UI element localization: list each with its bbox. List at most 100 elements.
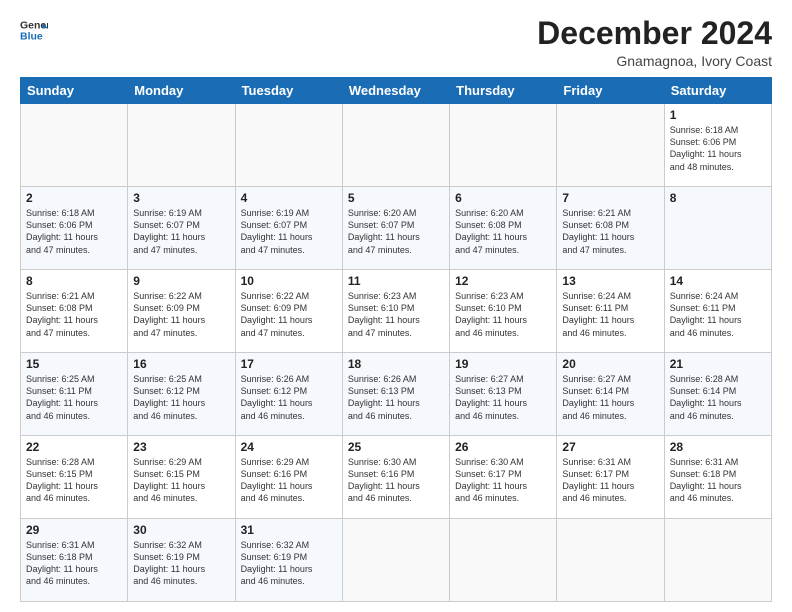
calendar-header-row: Sunday Monday Tuesday Wednesday Thursday… (21, 78, 772, 104)
day-number: 27 (562, 440, 658, 454)
calendar-cell: 25Sunrise: 6:30 AM Sunset: 6:16 PM Dayli… (342, 436, 449, 519)
calendar-cell: 30 Sunrise: 6:32 AM Sunset: 6:19 PM Dayli… (128, 519, 235, 602)
calendar-cell (235, 104, 342, 187)
day-info: Sunrise: 6:26 AM Sunset: 6:13 PM Dayligh… (348, 373, 444, 422)
calendar-cell (450, 519, 557, 602)
day-info: Sunrise: 6:19 AM Sunset: 6:07 PM Dayligh… (133, 207, 229, 256)
calendar-cell (450, 104, 557, 187)
header: General Blue December 2024 Gnamagnoa, Iv… (20, 16, 772, 69)
day-number: 17 (241, 357, 337, 371)
calendar-cell: 28Sunrise: 6:31 AM Sunset: 6:18 PM Dayli… (664, 436, 771, 519)
calendar-cell: 6 Sunrise: 6:20 AM Sunset: 6:08 PM Daylig… (450, 187, 557, 270)
calendar: Sunday Monday Tuesday Wednesday Thursday… (20, 77, 772, 602)
day-info: Sunrise: 6:20 AM Sunset: 6:08 PM Dayligh… (455, 207, 551, 256)
calendar-cell (664, 519, 771, 602)
calendar-cell: 17 Sunrise: 6:26 AM Sunset: 6:12 PM Dayli… (235, 353, 342, 436)
calendar-cell: 13 Sunrise: 6:24 AM Sunset: 6:11 PM Dayli… (557, 270, 664, 353)
day-number: 2 (26, 191, 122, 205)
calendar-cell: 12Sunrise: 6:23 AM Sunset: 6:10 PM Dayli… (450, 270, 557, 353)
day-number: 7 (562, 191, 658, 205)
day-number: 23 (133, 440, 229, 454)
calendar-cell: 14Sunrise: 6:24 AM Sunset: 6:11 PM Dayli… (664, 270, 771, 353)
day-info: Sunrise: 6:22 AM Sunset: 6:09 PM Dayligh… (133, 290, 229, 339)
day-number: 18 (348, 357, 444, 371)
day-number: 8 (26, 274, 122, 288)
day-number: 29 (26, 523, 122, 537)
col-sunday: Sunday (21, 78, 128, 104)
day-info: Sunrise: 6:24 AM Sunset: 6:11 PM Dayligh… (670, 290, 766, 339)
col-thursday: Thursday (450, 78, 557, 104)
day-info: Sunrise: 6:30 AM Sunset: 6:16 PM Dayligh… (348, 456, 444, 505)
day-number: 11 (348, 274, 444, 288)
day-info: Sunrise: 6:23 AM Sunset: 6:10 PM Dayligh… (348, 290, 444, 339)
day-number: 4 (241, 191, 337, 205)
calendar-cell (557, 104, 664, 187)
day-number: 31 (241, 523, 337, 537)
calendar-cell: 11 Sunrise: 6:23 AM Sunset: 6:10 PM Dayli… (342, 270, 449, 353)
day-info: Sunrise: 6:18 AM Sunset: 6:06 PM Dayligh… (670, 124, 766, 173)
day-number: 9 (133, 274, 229, 288)
day-number: 6 (455, 191, 551, 205)
day-number: 10 (241, 274, 337, 288)
day-info: Sunrise: 6:27 AM Sunset: 6:13 PM Dayligh… (455, 373, 551, 422)
calendar-cell: 15 Sunrise: 6:25 AM Sunset: 6:11 PM Dayli… (21, 353, 128, 436)
calendar-cell: 7Sunrise: 6:21 AM Sunset: 6:08 PM Daylig… (557, 187, 664, 270)
day-info: Sunrise: 6:25 AM Sunset: 6:11 PM Dayligh… (26, 373, 122, 422)
calendar-cell: 27 Sunrise: 6:31 AM Sunset: 6:17 PM Dayli… (557, 436, 664, 519)
calendar-cell: 8Sunrise: 6:21 AM Sunset: 6:08 PM Daylig… (21, 270, 128, 353)
calendar-cell: 3Sunrise: 6:19 AM Sunset: 6:07 PM Daylig… (128, 187, 235, 270)
calendar-cell: 24 Sunrise: 6:29 AM Sunset: 6:16 PM Dayli… (235, 436, 342, 519)
day-info: Sunrise: 6:25 AM Sunset: 6:12 PM Dayligh… (133, 373, 229, 422)
location: Gnamagnoa, Ivory Coast (537, 53, 772, 69)
day-info: Sunrise: 6:24 AM Sunset: 6:11 PM Dayligh… (562, 290, 658, 339)
day-number: 12 (455, 274, 551, 288)
day-number: 1 (670, 108, 766, 122)
day-number: 15 (26, 357, 122, 371)
week-row-2: 2 Sunrise: 6:18 AM Sunset: 6:06 PM Daylig… (21, 187, 772, 270)
calendar-cell (557, 519, 664, 602)
page: General Blue December 2024 Gnamagnoa, Iv… (0, 0, 792, 612)
col-wednesday: Wednesday (342, 78, 449, 104)
calendar-cell: 1 Sunrise: 6:18 AM Sunset: 6:06 PM Daylig… (664, 104, 771, 187)
day-info: Sunrise: 6:18 AM Sunset: 6:06 PM Dayligh… (26, 207, 122, 256)
day-info: Sunrise: 6:22 AM Sunset: 6:09 PM Dayligh… (241, 290, 337, 339)
day-number: 24 (241, 440, 337, 454)
calendar-cell (21, 104, 128, 187)
calendar-cell: 22 Sunrise: 6:28 AM Sunset: 6:15 PM Dayli… (21, 436, 128, 519)
calendar-cell: 4 Sunrise: 6:19 AM Sunset: 6:07 PM Daylig… (235, 187, 342, 270)
day-number: 26 (455, 440, 551, 454)
day-info: Sunrise: 6:32 AM Sunset: 6:19 PM Dayligh… (241, 539, 337, 588)
day-number: 30 (133, 523, 229, 537)
day-info: Sunrise: 6:31 AM Sunset: 6:17 PM Dayligh… (562, 456, 658, 505)
week-row-5: 22 Sunrise: 6:28 AM Sunset: 6:15 PM Dayli… (21, 436, 772, 519)
week-row-1: 1 Sunrise: 6:18 AM Sunset: 6:06 PM Daylig… (21, 104, 772, 187)
week-row-4: 15 Sunrise: 6:25 AM Sunset: 6:11 PM Dayli… (21, 353, 772, 436)
svg-text:Blue: Blue (20, 31, 43, 43)
col-friday: Friday (557, 78, 664, 104)
day-info: Sunrise: 6:29 AM Sunset: 6:15 PM Dayligh… (133, 456, 229, 505)
logo: General Blue (20, 16, 48, 44)
day-number: 19 (455, 357, 551, 371)
day-number: 20 (562, 357, 658, 371)
day-number: 22 (26, 440, 122, 454)
day-number: 13 (562, 274, 658, 288)
calendar-cell: 19 Sunrise: 6:27 AM Sunset: 6:13 PM Dayli… (450, 353, 557, 436)
calendar-cell: 20Sunrise: 6:27 AM Sunset: 6:14 PM Dayli… (557, 353, 664, 436)
col-tuesday: Tuesday (235, 78, 342, 104)
logo-icon: General Blue (20, 16, 48, 44)
calendar-cell: 8 (664, 187, 771, 270)
title-block: December 2024 Gnamagnoa, Ivory Coast (537, 16, 772, 69)
day-info: Sunrise: 6:26 AM Sunset: 6:12 PM Dayligh… (241, 373, 337, 422)
calendar-cell: 10 Sunrise: 6:22 AM Sunset: 6:09 PM Dayli… (235, 270, 342, 353)
col-saturday: Saturday (664, 78, 771, 104)
day-info: Sunrise: 6:19 AM Sunset: 6:07 PM Dayligh… (241, 207, 337, 256)
day-info: Sunrise: 6:32 AM Sunset: 6:19 PM Dayligh… (133, 539, 229, 588)
day-info: Sunrise: 6:28 AM Sunset: 6:14 PM Dayligh… (670, 373, 766, 422)
calendar-cell (342, 519, 449, 602)
day-info: Sunrise: 6:29 AM Sunset: 6:16 PM Dayligh… (241, 456, 337, 505)
calendar-cell: 2 Sunrise: 6:18 AM Sunset: 6:06 PM Daylig… (21, 187, 128, 270)
week-row-6: 29Sunrise: 6:31 AM Sunset: 6:18 PM Dayli… (21, 519, 772, 602)
day-info: Sunrise: 6:28 AM Sunset: 6:15 PM Dayligh… (26, 456, 122, 505)
calendar-cell: 26Sunrise: 6:30 AM Sunset: 6:17 PM Dayli… (450, 436, 557, 519)
week-row-3: 8Sunrise: 6:21 AM Sunset: 6:08 PM Daylig… (21, 270, 772, 353)
